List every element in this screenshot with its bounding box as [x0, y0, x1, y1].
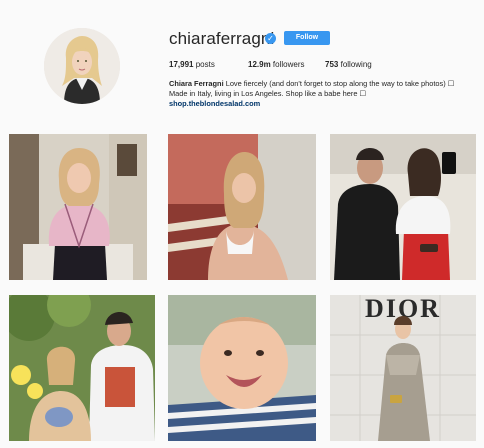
verified-badge-icon: ✓ [265, 33, 276, 44]
bio-line-1: Love fiercely (and don't forget to stop … [225, 79, 455, 88]
followers-count: 12.9m [248, 60, 271, 69]
profile-username: chiaraferragni [169, 29, 275, 48]
following-count: 753 [325, 60, 339, 69]
following-label: following [340, 60, 372, 69]
followers-label: followers [272, 60, 305, 69]
profile-avatar[interactable] [44, 28, 120, 104]
following-stat[interactable]: 753 following [325, 60, 372, 69]
bio-line-2: Made in Italy, living in Los Angeles. Sh… [169, 89, 367, 98]
bio-website-link[interactable]: shop.theblondesalad.com [169, 99, 469, 109]
posts-stat[interactable]: 17,991 posts [169, 60, 248, 69]
profile-bio: Chiara Ferragni Love fiercely (and don't… [169, 79, 469, 109]
follow-button[interactable]: Follow [284, 31, 330, 45]
post-couple-kissing[interactable] [330, 134, 476, 280]
posts-label: posts [195, 60, 215, 69]
post-dior-event[interactable]: DIOR [330, 295, 476, 441]
bio-full-name: Chiara Ferragni [169, 79, 224, 88]
post-family-photo[interactable] [9, 295, 155, 441]
profile-stats: 17,991 posts 12.9m followers 753 followi… [169, 60, 372, 69]
post-smiling-baby[interactable] [168, 295, 316, 441]
followers-stat[interactable]: 12.9m followers [248, 60, 325, 69]
post-woman-white-swimsuit[interactable] [168, 134, 316, 280]
posts-count: 17,991 [169, 60, 194, 69]
post-woman-pink-sweater[interactable] [9, 134, 147, 280]
